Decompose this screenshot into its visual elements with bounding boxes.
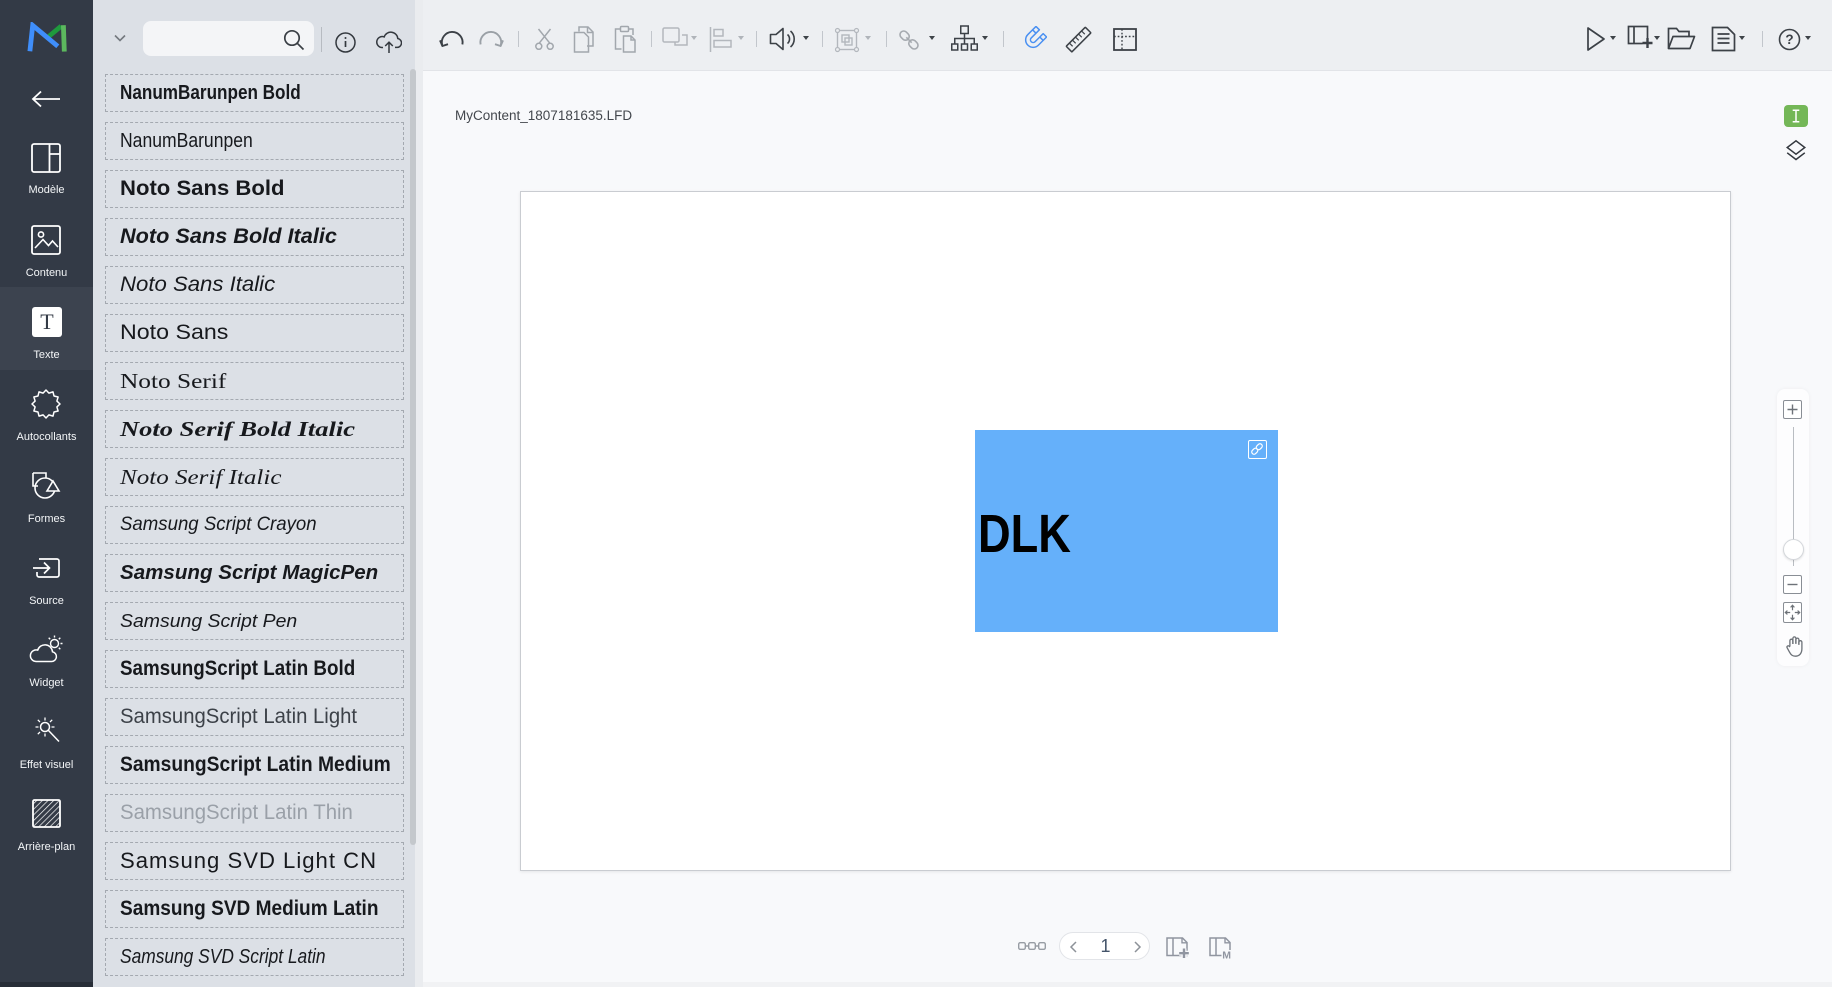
svg-text:?: ? [1785, 32, 1793, 47]
svg-text:M: M [1222, 950, 1231, 960]
